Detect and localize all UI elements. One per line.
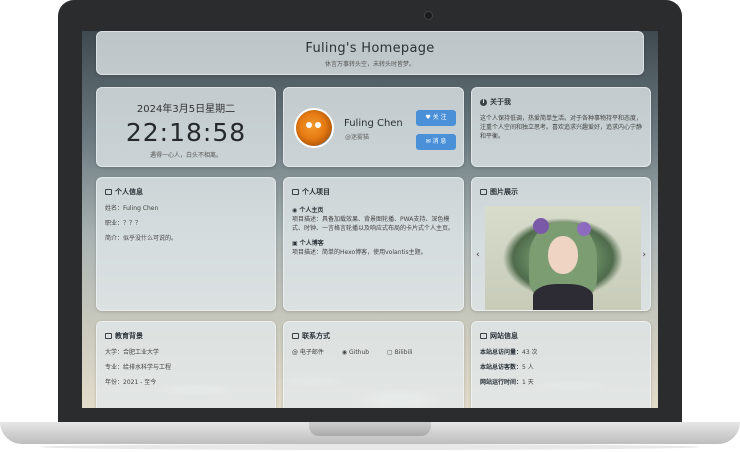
contact-title: 联系方式 — [292, 331, 330, 341]
project-link-homepage[interactable]: ◉ 个人主页 — [292, 206, 455, 215]
clock-time: 22:18:58 — [125, 118, 247, 147]
avatar — [294, 108, 334, 148]
bilibili-link[interactable]: ▢ Bilibili — [387, 349, 421, 356]
clock-date: 2024年3月5日星期二 — [136, 104, 236, 115]
camera-icon — [424, 11, 433, 20]
github-label: Github — [349, 349, 370, 356]
message-button[interactable]: ✉ 消 息 — [416, 134, 456, 150]
project-name: 个人主页 — [299, 207, 324, 214]
clock-quote: 遇得一心人，白头不相离。 — [149, 152, 222, 159]
education-row: 专业：给排水科学与工程 — [105, 364, 172, 371]
laptop-shadow — [40, 444, 700, 450]
info-row: 简介：似乎没什么可说的。 — [105, 235, 178, 242]
site-title-text: 网站信息 — [490, 332, 518, 340]
site-row: 网站运行时间：1 天 — [480, 379, 534, 386]
page-title: Fuling's Homepage — [305, 41, 435, 56]
personal-info-card: 个人信息 姓名：Fuling Chen 职业：？？？ 简介：似乎没什么可说的。 — [96, 177, 276, 311]
browser-screen: Fuling's Homepage 休言万事转头空，未转头时皆梦。 2024年3… — [82, 31, 658, 408]
about-card: i 关于我 这个人保持低调，热爱简单生活。对于各种事物持平和态度，注重个人空间和独… — [471, 87, 651, 167]
site-body: 本站总访问量：43 次 本站总访客数：5 人 网站运行时间：1 天 — [480, 348, 642, 393]
info-row: 姓名：Fuling Chen — [105, 205, 159, 212]
about-title: i 关于我 — [480, 97, 511, 107]
heart-icon: ♥ — [425, 114, 433, 121]
gallery-prev-button[interactable]: ‹ — [476, 250, 480, 260]
gallery-title-text: 图片展示 — [490, 188, 518, 196]
email-link[interactable]: @ 电子邮件 — [292, 349, 332, 356]
info-title: 个人信息 — [105, 187, 143, 197]
education-title: 教育背景 — [105, 331, 143, 341]
site-row: 本站总访客数：5 人 — [480, 364, 534, 371]
address-book-icon — [292, 333, 299, 339]
info-icon: i — [480, 98, 487, 106]
projects-card: 个人项目 ◉ 个人主页 项目描述：具备加载效果、背景图轮播、PWA支持、深色模式… — [283, 177, 464, 311]
github-link[interactable]: ◉ Github — [342, 349, 377, 356]
laptop-icon — [292, 189, 299, 195]
image-icon — [480, 189, 487, 195]
message-label: 消 息 — [432, 138, 447, 145]
education-title-text: 教育背景 — [115, 332, 143, 340]
education-card: 教育背景 大学：合肥工业大学 专业：给排水科学与工程 年份：2021 - 至今 — [96, 321, 276, 408]
contact-title-text: 联系方式 — [302, 332, 330, 340]
projects-title-text: 个人项目 — [302, 188, 330, 196]
about-title-text: 关于我 — [490, 98, 511, 106]
contact-links: @ 电子邮件 ◉ Github ▢ Bilibili — [292, 348, 455, 357]
mail-icon: ✉ — [425, 138, 433, 145]
info-row: 职业：？？？ — [105, 220, 142, 227]
about-text: 这个人保持低调，热爱简单生活。对于各种事物持平和态度，注重个人空间和独立思考。喜… — [480, 115, 643, 140]
page-header: Fuling's Homepage 休言万事转头空，未转头时皆梦。 — [96, 31, 644, 75]
info-title-text: 个人信息 — [115, 188, 143, 196]
graduation-cap-icon — [105, 333, 112, 339]
gallery-title: 图片展示 — [480, 187, 518, 197]
project-desc: 项目描述：简单的Hexo博客，使用volantis主题。 — [292, 249, 427, 256]
profile-card: Fuling Chen @迷雾猫 ♥ 关 注 ✉ 消 息 — [283, 87, 464, 167]
profile-name: Fuling Chen — [344, 118, 403, 129]
bilibili-label: Bilibili — [394, 349, 413, 356]
site-info-card: 网站信息 本站总访问量：43 次 本站总访客数：5 人 网站运行时间：1 天 — [471, 321, 651, 408]
clock-card: 2024年3月5日星期二 22:18:58 遇得一心人，白头不相离。 — [96, 87, 276, 167]
id-card-icon — [105, 189, 112, 195]
projects-title: 个人项目 — [292, 187, 330, 197]
project-link-blog[interactable]: ▣ 个人博客 — [292, 239, 455, 248]
globe-icon — [480, 333, 487, 339]
project-desc: 项目描述：具备加载效果、背景图轮播、PWA支持、深色模式、时钟、一言格言轮播以及… — [292, 216, 455, 232]
gallery-next-button[interactable]: › — [642, 250, 646, 260]
gallery-image — [485, 206, 641, 310]
monitor-icon: ▣ — [292, 240, 300, 247]
follow-label: 关 注 — [432, 114, 447, 121]
email-label: 电子邮件 — [299, 349, 324, 356]
contact-card: 联系方式 @ 电子邮件 ◉ Github ▢ Bilibili — [283, 321, 464, 408]
projects-body: ◉ 个人主页 项目描述：具备加载效果、背景图轮播、PWA支持、深色模式、时钟、一… — [292, 204, 455, 263]
education-row: 年份：2021 - 至今 — [105, 379, 157, 386]
profile-tag: @迷雾猫 — [345, 134, 370, 141]
education-body: 大学：合肥工业大学 专业：给排水科学与工程 年份：2021 - 至今 — [105, 348, 267, 393]
site-title: 网站信息 — [480, 331, 518, 341]
info-body: 姓名：Fuling Chen 职业：？？？ 简介：似乎没什么可说的。 — [105, 204, 267, 249]
laptop-notch — [309, 422, 431, 436]
project-name: 个人博客 — [299, 240, 324, 247]
gallery-card: 图片展示 ‹ › — [471, 177, 651, 311]
site-row: 本站总访问量：43 次 — [480, 349, 538, 356]
education-row: 大学：合肥工业大学 — [105, 349, 160, 356]
follow-button[interactable]: ♥ 关 注 — [416, 110, 456, 126]
page-subtitle: 休言万事转头空，未转头时皆梦。 — [324, 61, 415, 68]
